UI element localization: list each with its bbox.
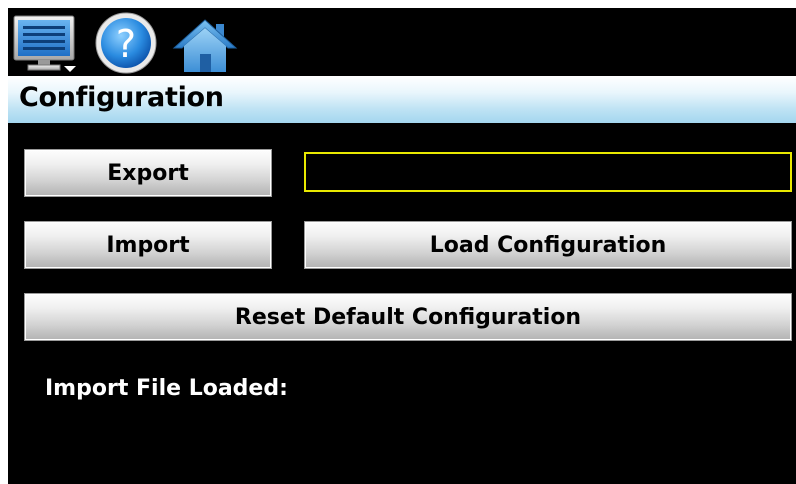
export-filename-field[interactable]: [304, 152, 792, 192]
import-file-loaded-label: Import File Loaded:: [45, 376, 288, 401]
import-button-label: Import: [106, 232, 190, 258]
load-configuration-button-label: Load Configuration: [429, 232, 667, 258]
help-icon[interactable]: ?: [94, 11, 158, 75]
export-button[interactable]: Export: [24, 149, 272, 197]
page-title: Configuration: [19, 82, 224, 113]
load-configuration-button[interactable]: Load Configuration: [304, 221, 792, 269]
top-toolbar: ?: [8, 8, 796, 76]
help-glyph: ?: [116, 22, 136, 66]
reset-default-configuration-button[interactable]: Reset Default Configuration: [24, 293, 792, 341]
import-button[interactable]: Import: [24, 221, 272, 269]
hmi-screen: ? Configuration Export Import Load Confi…: [8, 8, 796, 484]
monitor-menu-icon[interactable]: [12, 14, 80, 74]
title-bar: Configuration: [8, 76, 796, 123]
export-button-label: Export: [107, 160, 189, 186]
home-icon[interactable]: [172, 18, 238, 74]
reset-default-configuration-button-label: Reset Default Configuration: [234, 304, 582, 330]
